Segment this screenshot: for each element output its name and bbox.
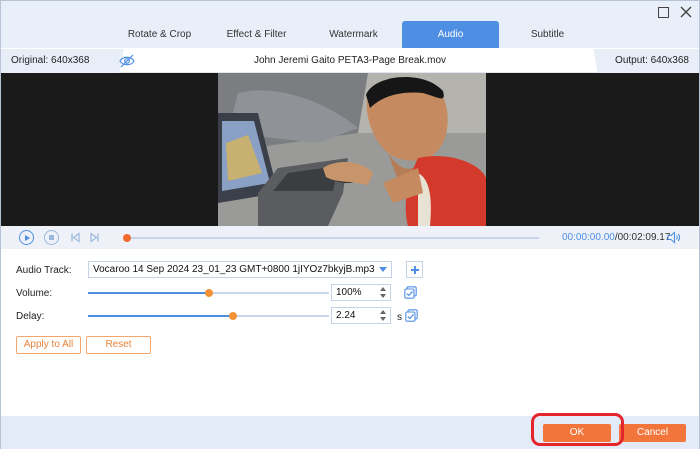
seek-handle[interactable] [123, 234, 131, 242]
delay-slider[interactable] [88, 312, 329, 320]
volume-stepper-arrows[interactable] [380, 286, 388, 299]
delay-unit: s [397, 312, 402, 323]
audio-track-label: Audio Track: [16, 265, 72, 276]
audio-track-select[interactable]: Vocaroo 14 Sep 2024 23_01_23 GMT+0800 1j… [88, 261, 392, 278]
volume-value: 100% [336, 287, 362, 298]
delay-value: 2.24 [336, 310, 356, 321]
ok-button[interactable]: OK [543, 424, 611, 442]
volume-label: Volume: [16, 288, 53, 299]
video-preview-area [1, 73, 699, 226]
file-name: John Jeremi Gaito PETA3-Page Break.mov [253, 55, 447, 66]
audio-settings-panel: Audio Track: Vocaroo 14 Sep 2024 23_01_2… [1, 249, 699, 416]
apply-to-all-button[interactable]: Apply to All [16, 336, 81, 354]
audio-track-value: Vocaroo 14 Sep 2024 23_01_23 GMT+0800 1j… [93, 264, 375, 275]
play-icon[interactable] [19, 230, 34, 245]
seek-bar[interactable] [127, 237, 539, 239]
tab-effect-filter[interactable]: Effect & Filter [208, 21, 305, 48]
time-display: 00:00:00.00/00:02:09.17 [562, 232, 670, 243]
tab-bar: Rotate & Crop Effect & Filter Watermark … [111, 21, 596, 48]
volume-apply-checkbox-icon[interactable] [404, 286, 417, 299]
audio-edit-window: Rotate & Crop Effect & Filter Watermark … [0, 0, 700, 449]
chevron-down-icon [379, 267, 387, 272]
playback-bar: 00:00:00.00/00:02:09.17 [1, 226, 699, 249]
delay-slider-handle[interactable] [228, 312, 237, 320]
next-frame-icon[interactable] [87, 230, 102, 245]
delay-apply-checkbox-icon[interactable] [405, 309, 418, 322]
output-resolution: Output: 640x368 [615, 55, 689, 66]
volume-slider[interactable] [88, 289, 329, 297]
volume-slider-handle[interactable] [204, 289, 213, 297]
title-bar: Rotate & Crop Effect & Filter Watermark … [1, 1, 699, 48]
volume-stepper[interactable]: 100% [331, 284, 391, 301]
cancel-button[interactable]: Cancel [619, 424, 686, 442]
tab-subtitle[interactable]: Subtitle [499, 21, 596, 48]
delay-stepper-arrows[interactable] [380, 309, 388, 322]
total-time: /00:02:09.17 [614, 232, 671, 243]
previous-frame-icon[interactable] [68, 230, 83, 245]
maximize-icon[interactable] [656, 5, 670, 19]
video-frame [218, 73, 486, 226]
current-time: 00:00:00.00 [562, 232, 615, 243]
delay-label: Delay: [16, 311, 45, 322]
tab-audio[interactable]: Audio [402, 21, 499, 48]
reset-button[interactable]: Reset [86, 336, 151, 354]
info-bar: Original: 640x368 John Jeremi Gaito PETA… [1, 49, 699, 73]
delay-stepper[interactable]: 2.24 [331, 307, 391, 324]
volume-icon[interactable] [667, 231, 681, 244]
close-icon[interactable] [679, 5, 693, 19]
tab-rotate-crop[interactable]: Rotate & Crop [111, 21, 208, 48]
footer-bar: OK Cancel [1, 416, 699, 449]
add-audio-track-button[interactable] [406, 261, 423, 278]
stop-icon[interactable] [44, 230, 59, 245]
tab-watermark[interactable]: Watermark [305, 21, 402, 48]
